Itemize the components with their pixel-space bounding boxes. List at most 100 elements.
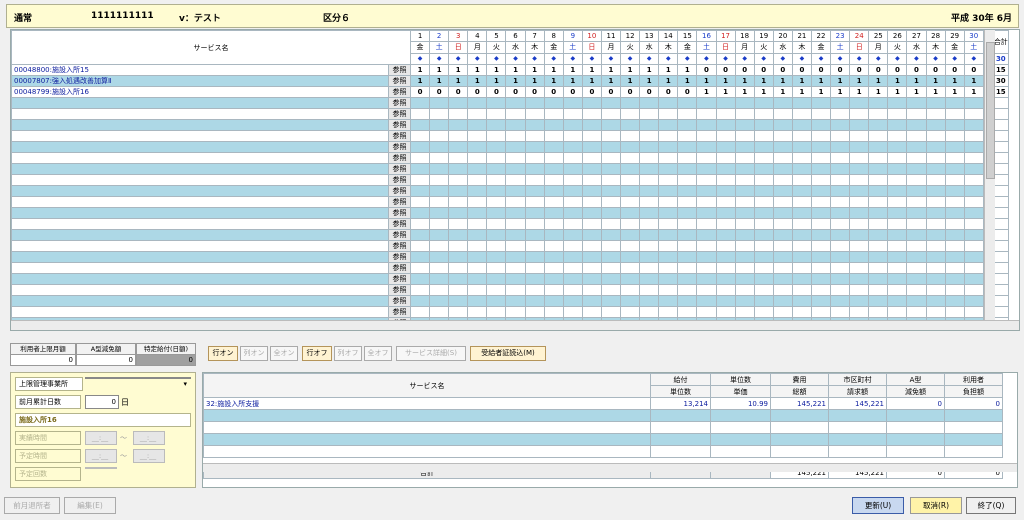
day-cell[interactable] xyxy=(963,295,984,307)
day-cell[interactable] xyxy=(810,108,832,120)
day-cell[interactable]: 0 xyxy=(600,86,622,98)
day-cell[interactable] xyxy=(639,295,660,307)
day-cell[interactable] xyxy=(524,229,545,241)
day-cell[interactable] xyxy=(524,218,545,230)
day-cell[interactable] xyxy=(906,273,927,285)
day-cell[interactable] xyxy=(925,130,946,142)
day-cell[interactable] xyxy=(849,284,870,296)
service-name-cell[interactable]: 00048799:施設入所16 xyxy=(11,86,389,98)
day-cell[interactable] xyxy=(887,207,908,219)
day-cell[interactable] xyxy=(543,119,564,131)
reference-button[interactable]: 参照 xyxy=(388,119,411,131)
day-cell[interactable]: 1 xyxy=(639,64,660,76)
day-cell[interactable]: 1 xyxy=(849,86,870,98)
day-cell[interactable] xyxy=(849,306,870,318)
day-cell[interactable] xyxy=(830,262,851,274)
day-cell[interactable] xyxy=(620,119,641,131)
day-cell[interactable] xyxy=(543,163,564,175)
day-cell[interactable] xyxy=(505,207,526,219)
edit-button[interactable]: 編集(E) xyxy=(64,497,116,514)
day-cell[interactable] xyxy=(849,295,870,307)
day-cell[interactable] xyxy=(658,229,679,241)
day-cell[interactable] xyxy=(887,185,908,197)
day-cell[interactable] xyxy=(734,163,755,175)
day-cell[interactable] xyxy=(467,240,488,252)
day-cell[interactable] xyxy=(505,119,526,131)
day-cell[interactable]: 1 xyxy=(830,75,851,87)
day-cell[interactable] xyxy=(887,152,908,164)
day-cell[interactable] xyxy=(581,119,602,131)
day-cell[interactable] xyxy=(791,130,812,142)
day-cell[interactable] xyxy=(658,97,679,109)
grid-row[interactable]: 参照 xyxy=(11,119,1009,131)
billing-row[interactable] xyxy=(203,421,1003,434)
day-cell[interactable] xyxy=(448,152,469,164)
day-cell[interactable] xyxy=(486,251,507,263)
office-select[interactable]: ▾ xyxy=(85,377,191,388)
day-cell[interactable] xyxy=(925,218,946,230)
day-cell[interactable] xyxy=(524,108,545,120)
day-cell[interactable]: 1 xyxy=(467,75,488,87)
day-cell[interactable] xyxy=(887,240,908,252)
day-cell[interactable] xyxy=(505,97,526,109)
day-cell[interactable] xyxy=(830,284,851,296)
day-cell[interactable] xyxy=(925,141,946,153)
reference-button[interactable]: 参照 xyxy=(388,108,411,120)
day-cell[interactable] xyxy=(620,284,641,296)
day-cell[interactable]: 1 xyxy=(734,75,755,87)
day-cell[interactable] xyxy=(524,207,545,219)
day-cell[interactable] xyxy=(677,163,698,175)
day-cell[interactable] xyxy=(486,141,507,153)
service-name-cell[interactable] xyxy=(11,306,389,318)
day-cell[interactable] xyxy=(639,196,660,208)
day-cell[interactable] xyxy=(467,207,488,219)
day-cell[interactable] xyxy=(772,108,793,120)
day-cell[interactable] xyxy=(753,163,774,175)
day-cell[interactable]: 1 xyxy=(906,75,927,87)
day-cell[interactable] xyxy=(830,218,851,230)
day-cell[interactable] xyxy=(409,284,431,296)
day-cell[interactable] xyxy=(562,218,583,230)
day-cell[interactable] xyxy=(810,240,832,252)
day-cell[interactable] xyxy=(906,229,927,241)
day-cell[interactable] xyxy=(887,163,908,175)
day-cell[interactable] xyxy=(830,251,851,263)
day-cell[interactable]: 0 xyxy=(944,64,965,76)
day-cell[interactable] xyxy=(963,130,984,142)
day-cell[interactable] xyxy=(963,152,984,164)
day-cell[interactable] xyxy=(467,97,488,109)
day-cell[interactable] xyxy=(639,240,660,252)
day-cell[interactable] xyxy=(581,185,602,197)
day-cell[interactable] xyxy=(868,295,889,307)
day-cell[interactable] xyxy=(944,229,965,241)
day-cell[interactable]: 0 xyxy=(581,86,602,98)
day-cell[interactable] xyxy=(658,262,679,274)
day-cell[interactable] xyxy=(810,284,832,296)
day-cell[interactable] xyxy=(409,295,431,307)
day-cell[interactable] xyxy=(696,284,717,296)
day-cell[interactable] xyxy=(944,218,965,230)
day-cell[interactable]: 0 xyxy=(467,86,488,98)
day-cell[interactable] xyxy=(906,141,927,153)
day-cell[interactable] xyxy=(467,119,488,131)
day-cell[interactable] xyxy=(429,97,450,109)
day-cell[interactable] xyxy=(715,218,736,230)
day-cell[interactable] xyxy=(562,262,583,274)
day-cell[interactable] xyxy=(734,185,755,197)
day-cell[interactable] xyxy=(448,130,469,142)
day-cell[interactable] xyxy=(505,141,526,153)
day-cell[interactable] xyxy=(524,284,545,296)
day-cell[interactable] xyxy=(505,130,526,142)
grid-row[interactable]: 参照 xyxy=(11,174,1009,186)
day-cell[interactable] xyxy=(581,207,602,219)
day-cell[interactable] xyxy=(581,273,602,285)
day-cell[interactable] xyxy=(830,152,851,164)
day-cell[interactable] xyxy=(830,108,851,120)
day-cell[interactable] xyxy=(772,174,793,186)
billing-row[interactable]: 32:施設入所支援 13,214 10.99 145,221 145,221 0 0 xyxy=(203,397,1003,410)
day-cell[interactable] xyxy=(505,152,526,164)
day-cell[interactable] xyxy=(925,196,946,208)
day-cell[interactable] xyxy=(620,130,641,142)
day-cell[interactable] xyxy=(467,284,488,296)
day-cell[interactable] xyxy=(467,163,488,175)
